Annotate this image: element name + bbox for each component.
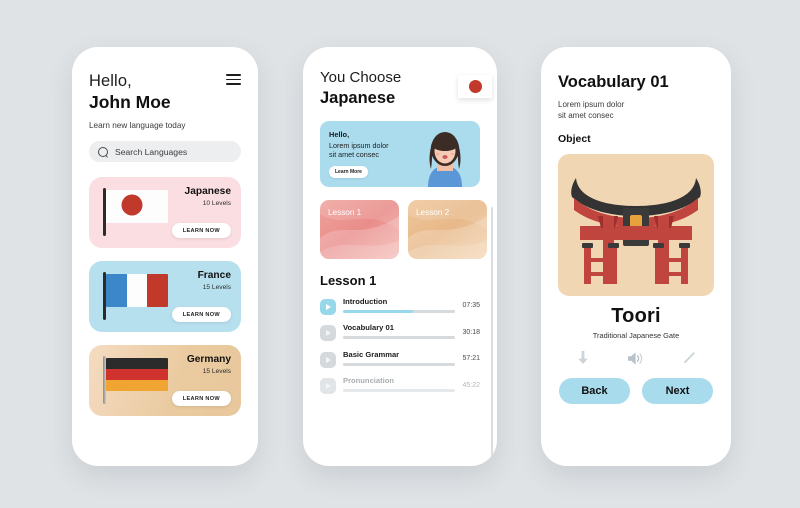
banner-body-line2: sit amet consec (329, 150, 379, 160)
user-name: John Moe (89, 92, 171, 113)
play-icon[interactable] (320, 351, 336, 368)
illustration-container (558, 154, 714, 297)
progress-track (343, 309, 456, 313)
scrollbar[interactable] (490, 207, 493, 457)
search-placeholder: Search Languages (115, 146, 188, 157)
language-name: Japanese (184, 186, 231, 198)
lesson-card-label: Lesson 2 (416, 207, 450, 217)
app-mockup-stage: Hello, John Moe Learn new language today… (0, 0, 800, 508)
vocabulary-header: Vocabulary 01 Lorem ipsum dolor sit amet… (541, 47, 731, 145)
progress-track (343, 336, 456, 340)
lesson-name: Introduction (343, 296, 388, 306)
banner-heading: Hello, (329, 129, 350, 139)
language-name: France (197, 270, 231, 282)
learn-now-button[interactable]: LEARN NOW (171, 391, 231, 407)
learn-now-button[interactable]: LEARN NOW (171, 307, 231, 323)
lesson-duration: 07:35 (462, 302, 480, 310)
lesson-duration: 57:21 (462, 355, 480, 363)
language-levels: 15 Levels (202, 284, 231, 292)
search-input[interactable]: Search Languages (89, 141, 241, 163)
lesson-duration: 45:22 (462, 381, 480, 389)
page-title: Vocabulary 01 (558, 73, 669, 91)
tagline-text: Learn new language today (89, 121, 186, 131)
progress-track (343, 389, 456, 393)
lesson-list-item[interactable]: Pronunciation 45:22 (320, 376, 480, 395)
lesson-duration: 30:18 (462, 328, 480, 336)
lesson-card-label: Lesson 1 (328, 207, 362, 217)
speaker-icon[interactable] (627, 351, 644, 366)
language-name: Germany (186, 354, 231, 366)
course-title-line1: You Choose (320, 69, 402, 86)
language-info: Germany 15 Levels (187, 354, 231, 375)
download-icon[interactable] (577, 351, 589, 366)
lesson-list: Introduction 07:35 Vocabulary 01 30:18 B… (320, 297, 480, 395)
germany-flag-icon (103, 356, 177, 405)
learn-more-button[interactable]: Learn More (329, 166, 368, 179)
woman-avatar (428, 131, 462, 187)
language-card-japanese[interactable]: Japanese 10 Levels LEARN NOW (89, 177, 241, 249)
japan-flag-icon (103, 188, 177, 237)
page-subtitle-line1: Lorem ipsum dolor (558, 99, 625, 109)
vocabulary-action-row (541, 351, 731, 366)
phone-screen-vocabulary: Vocabulary 01 Lorem ipsum dolor sit amet… (541, 47, 731, 466)
play-icon[interactable] (320, 298, 336, 315)
phone-screen-home: Hello, John Moe Learn new language today… (72, 47, 258, 466)
lesson-card-1[interactable]: Lesson 1 (320, 199, 399, 259)
vocabulary-word: Toori (611, 305, 661, 328)
greeting-text: Hello, (89, 72, 132, 90)
vocabulary-description: Traditional Japanese Gate (592, 331, 680, 341)
language-levels: 10 Levels (202, 200, 231, 208)
lesson-list-item[interactable]: Basic Grammar 57:21 (320, 350, 480, 368)
banner-body-line1: Lorem ipsum dolor (329, 140, 389, 150)
hamburger-menu-icon[interactable] (226, 74, 241, 85)
torii-gate-illustration (571, 178, 701, 285)
language-info: Japanese 10 Levels (185, 186, 231, 207)
japan-flag-icon (458, 75, 492, 98)
lesson-name: Pronunciation (343, 376, 395, 386)
lesson-section-title: Lesson 1 (320, 272, 377, 288)
lesson-list-item[interactable]: Vocabulary 01 30:18 (320, 323, 480, 342)
page-subtitle-line2: sit amet consec (558, 111, 614, 121)
course-header: You Choose Japanese (303, 47, 497, 109)
banner-text: Hello, Lorem ipsum dolor sit amet consec… (329, 129, 389, 179)
lesson-name: Vocabulary 01 (343, 323, 394, 333)
section-label-object: Object (558, 133, 591, 146)
france-flag-icon (103, 272, 177, 321)
language-info: France 15 Levels (198, 270, 231, 291)
language-card-france[interactable]: France 15 Levels LEARN NOW (89, 261, 241, 333)
play-icon[interactable] (320, 325, 336, 342)
vocabulary-navigation: Back Next (541, 378, 731, 405)
language-card-germany[interactable]: Germany 15 Levels LEARN NOW (89, 345, 241, 417)
promo-banner[interactable]: Hello, Lorem ipsum dolor sit amet consec… (320, 120, 480, 187)
learn-now-button[interactable]: LEARN NOW (171, 223, 231, 239)
pencil-edit-icon[interactable] (682, 351, 696, 366)
play-icon[interactable] (320, 378, 336, 395)
home-header: Hello, John Moe Learn new language today (72, 47, 258, 130)
language-levels: 15 Levels (202, 368, 231, 376)
next-button[interactable]: Next (642, 378, 713, 405)
lesson-card-2[interactable]: Lesson 2 (408, 199, 487, 259)
lesson-name: Basic Grammar (343, 349, 400, 359)
lesson-card-list: Lesson 1 Lesson 2 (320, 199, 497, 259)
phone-screen-course: You Choose Japanese Hello, Lorem ipsum d… (303, 47, 497, 466)
back-button[interactable]: Back (559, 378, 630, 405)
course-title-line2: Japanese (320, 89, 396, 107)
progress-track (343, 362, 456, 366)
lesson-list-item[interactable]: Introduction 07:35 (320, 297, 480, 315)
search-icon (95, 144, 111, 160)
